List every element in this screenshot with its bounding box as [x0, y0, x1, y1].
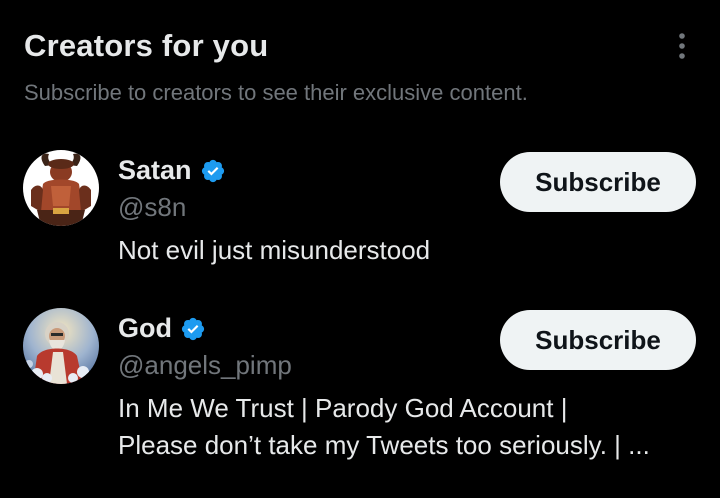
creator-handle[interactable]: @s8n	[118, 192, 186, 223]
bio-line: Not evil just misunderstood	[118, 235, 431, 265]
subscribe-button[interactable]: Subscribe	[500, 310, 696, 370]
bio-line: In Me We Trust | Parody God Account |	[118, 393, 568, 423]
section-subtitle: Subscribe to creators to see their exclu…	[24, 80, 528, 105]
verified-badge-icon	[181, 317, 205, 340]
creator-bio: Not evil just misunderstood	[118, 232, 698, 269]
section-title: Creators for you	[24, 28, 269, 63]
creator-bio: In Me We Trust | Parody God Account | Pl…	[118, 390, 698, 464]
devil-avatar	[23, 150, 99, 226]
bio-line: Please don’t take my Tweets too seriousl…	[118, 430, 650, 460]
creator-name-row[interactable]: God	[118, 313, 206, 344]
avatar[interactable]	[23, 150, 99, 226]
creator-name[interactable]: Satan	[118, 155, 192, 186]
vertical-ellipsis-icon	[679, 33, 685, 59]
creator-handle[interactable]: @angels_pimp	[118, 350, 292, 381]
god-avatar	[23, 308, 99, 384]
verified-badge-icon	[201, 159, 224, 182]
creator-name[interactable]: God	[118, 313, 172, 344]
more-options-button[interactable]	[666, 30, 698, 62]
creator-name-row[interactable]: Satan	[118, 155, 226, 186]
creators-for-you-panel: Creators for you Subscribe to creators t…	[0, 0, 720, 498]
avatar[interactable]	[23, 308, 99, 384]
subscribe-button[interactable]: Subscribe	[500, 152, 696, 212]
